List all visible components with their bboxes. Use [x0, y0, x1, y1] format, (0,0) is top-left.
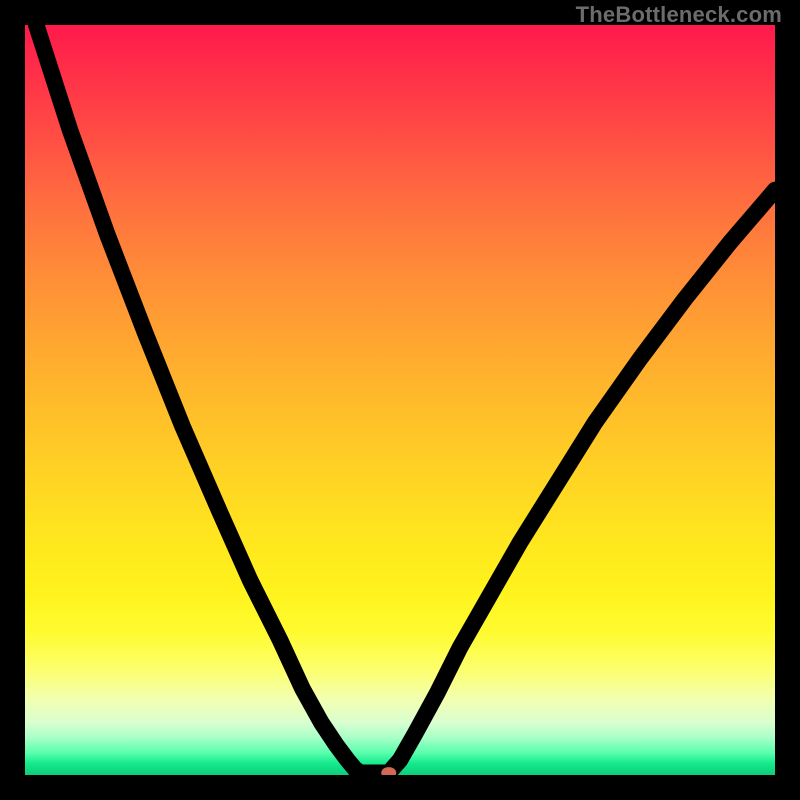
plot-area — [25, 25, 775, 775]
chart-svg — [25, 25, 775, 775]
bottleneck-curve — [36, 25, 775, 773]
chart-frame: TheBottleneck.com — [0, 0, 800, 800]
